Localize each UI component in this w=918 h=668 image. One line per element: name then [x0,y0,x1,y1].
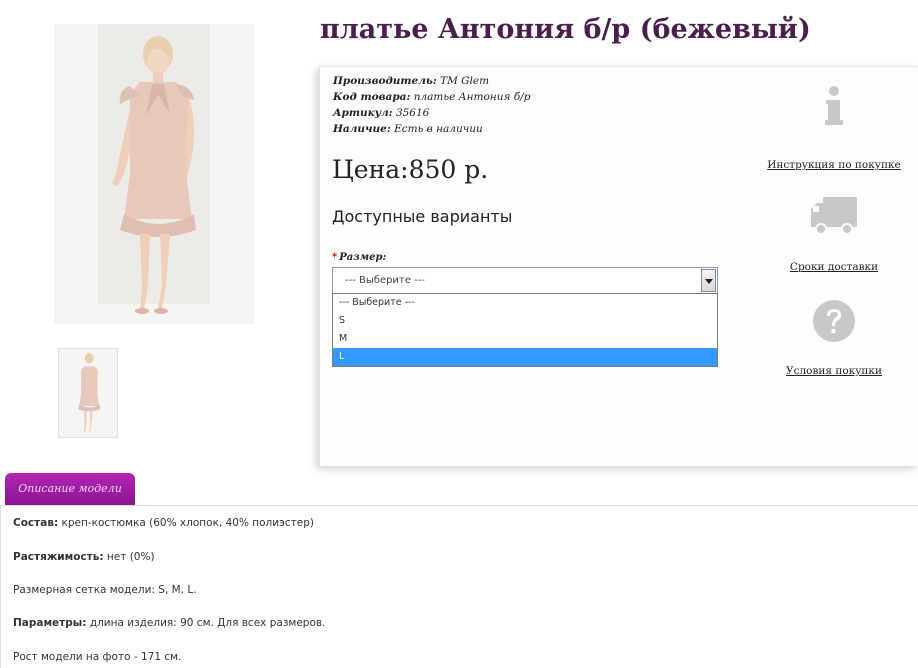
size-dropdown-list: --- Выберите --- S M L [332,293,718,367]
description-model-height: Рост модели на фото - 171 см. [13,651,182,663]
purchase-conditions[interactable]: Условия покупки [759,299,909,377]
product-price: Цена:850 р. [332,155,489,184]
size-select-value: --- Выберите --- [345,275,425,286]
info-icon [825,86,843,125]
chevron-down-icon[interactable] [701,269,716,292]
description-composition: Состав: креп-костюмка (60% хлопок, 40% п… [13,517,314,529]
meta-article: Артикул: 35616 [333,107,430,119]
size-select[interactable]: --- Выберите --- [332,267,718,294]
truck-icon [811,197,857,235]
dress-thumbnail-photo [59,349,117,437]
product-main-image[interactable] [54,24,254,324]
size-option-m[interactable]: M [333,330,717,348]
meta-manufacturer: Производитель: TM Glem [333,75,490,87]
tab-divider [0,505,918,506]
product-thumbnail[interactable] [58,348,118,438]
required-mark: * [332,252,338,263]
delivery-terms-link[interactable]: Сроки доставки [759,261,909,273]
description-stretch: Растяжимость: нет (0%) [13,551,155,563]
product-info-panel: Производитель: TM Glem Код товара: плать… [319,66,918,466]
size-option-l[interactable]: L [333,348,717,366]
question-icon [813,300,855,342]
size-label: * Размер: [332,252,387,263]
meta-product-code: Код товара: платье Антония б/р [333,91,531,103]
description-parameters: Параметры: длина изделия: 90 см. Для все… [13,617,326,629]
size-option-placeholder[interactable]: --- Выберите --- [333,294,717,312]
variants-heading: Доступные варианты [332,207,513,226]
delivery-terms[interactable]: Сроки доставки [759,195,909,273]
purchase-instructions[interactable]: Инструкция по покупке [759,85,909,171]
product-title: платье Антония б/р (бежевый) [320,14,811,45]
dress-photo [54,24,254,324]
purchase-instructions-link[interactable]: Инструкция по покупке [759,159,909,171]
meta-availability: Наличие: Есть в наличии [333,123,483,135]
purchase-conditions-link[interactable]: Условия покупки [759,365,909,377]
size-option-s[interactable]: S [333,312,717,330]
product-meta: Производитель: TM Glem Код товара: плать… [333,73,530,137]
description-sizes: Размерная сетка модели: S, M, L. [13,584,197,596]
content-border [0,505,1,668]
tab-model-description[interactable]: Описание модели [5,473,135,505]
